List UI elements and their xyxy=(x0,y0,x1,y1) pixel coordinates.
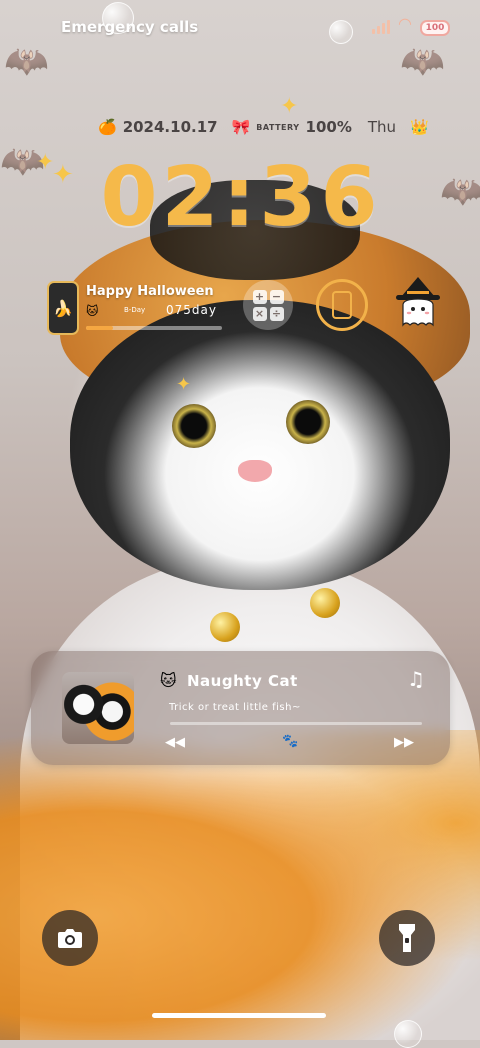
lockscreen-clock: 02:36 xyxy=(100,150,382,245)
calculator-button[interactable]: + − × ÷ xyxy=(243,280,293,330)
wifi-icon: ◠ xyxy=(398,14,412,33)
playback-progress[interactable] xyxy=(170,722,422,725)
bubble-decoration xyxy=(394,1020,422,1048)
battery-label: BATTERY xyxy=(256,122,300,132)
date-text: 2024.10.17 xyxy=(122,118,218,136)
halloween-fabric xyxy=(0,730,480,1040)
previous-track-button[interactable]: ◀◀ xyxy=(165,735,185,750)
battery-icon: 100 xyxy=(420,20,450,36)
countdown-subtitle: B-Day xyxy=(124,306,146,314)
bubble-decoration xyxy=(102,2,134,34)
flashlight-button[interactable] xyxy=(379,910,435,966)
sparkle-icon: ✦ xyxy=(280,94,299,119)
countdown-days: 075day xyxy=(166,303,217,317)
phone-device-button[interactable] xyxy=(316,279,368,331)
next-track-button[interactable]: ▶▶ xyxy=(394,735,414,750)
bow-icon: 🎀 xyxy=(231,118,251,136)
countdown-progress xyxy=(86,326,222,330)
paw-play-button[interactable]: 🐾 xyxy=(282,734,298,749)
cat-head xyxy=(70,300,450,590)
camera-icon xyxy=(58,929,82,948)
signal-icon xyxy=(372,18,394,34)
witch-ghost-sticker xyxy=(396,277,440,327)
music-widget[interactable]: 🐱 Naughty Cat ♫ Trick or treat little fi… xyxy=(31,651,450,765)
bubble-decoration xyxy=(329,20,353,44)
bell xyxy=(210,612,240,642)
album-cover[interactable] xyxy=(62,672,134,744)
sparkle-icon: ✦ xyxy=(52,160,74,190)
song-lyric: Trick or treat little fish~ xyxy=(169,702,301,713)
status-bar: Emergency calls ◠ 100 xyxy=(0,0,480,56)
weekday: Thu xyxy=(367,118,397,136)
battery-percent: 100% xyxy=(305,118,352,136)
camera-button[interactable] xyxy=(42,910,98,966)
cat-nose xyxy=(238,460,272,482)
music-note-icon[interactable]: ♫ xyxy=(407,667,425,691)
cat-eye-right xyxy=(286,400,330,444)
flashlight-icon xyxy=(399,924,415,952)
sparkle-icon: ✦ xyxy=(176,374,192,395)
bell xyxy=(310,588,340,618)
orange-icon: 🍊 xyxy=(98,118,117,136)
phone-icon xyxy=(332,291,352,319)
crown-icon: 👑 xyxy=(410,118,429,136)
bat-decoration: 🦇 xyxy=(440,171,480,212)
cat-icon: 🐱 xyxy=(160,671,177,690)
countdown-title: Happy Halloween xyxy=(86,284,214,299)
phone-sticker-icon: 🍌 xyxy=(47,281,79,335)
cat-icon: 🐱 xyxy=(86,304,99,318)
cat-eye-left xyxy=(172,404,216,448)
home-indicator[interactable] xyxy=(152,1013,326,1018)
song-title: Naughty Cat xyxy=(187,672,298,690)
date-line: 🍊 2024.10.17 🎀 BATTERY 100% Thu 👑 xyxy=(98,116,429,138)
